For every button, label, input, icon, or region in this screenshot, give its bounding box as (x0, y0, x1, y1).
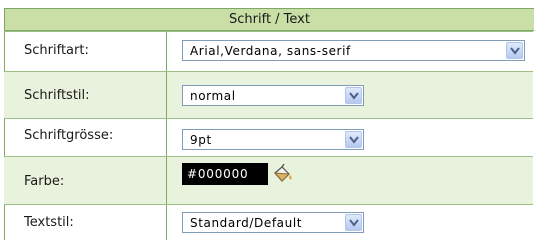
font-size-value: 9pt (190, 133, 212, 147)
color-label: Farbe: (24, 174, 65, 189)
text-style-label: Textstil: (24, 215, 74, 230)
font-style-value: normal (190, 89, 236, 103)
color-value-field[interactable]: #000000 (182, 163, 268, 185)
text-style-value: Standard/Default (190, 216, 303, 230)
font-family-select[interactable]: Arial,Verdana, sans-serif (182, 40, 525, 61)
chevron-down-icon[interactable] (345, 131, 362, 148)
font-size-select[interactable]: 9pt (182, 129, 364, 150)
font-family-label: Schriftart: (24, 43, 89, 58)
panel-title: Schrift / Text (5, 9, 534, 31)
chevron-down-icon[interactable] (345, 214, 362, 231)
font-style-label: Schriftstil: (24, 88, 90, 103)
row-color: Farbe: (4, 156, 533, 204)
font-size-label: Schriftgrösse: (24, 128, 114, 143)
chevron-down-icon[interactable] (506, 42, 523, 59)
font-style-select[interactable]: normal (182, 85, 364, 106)
chevron-down-icon[interactable] (345, 87, 362, 104)
font-family-value: Arial,Verdana, sans-serif (190, 44, 351, 58)
text-style-select[interactable]: Standard/Default (182, 212, 364, 233)
paint-bucket-icon[interactable] (271, 163, 295, 185)
